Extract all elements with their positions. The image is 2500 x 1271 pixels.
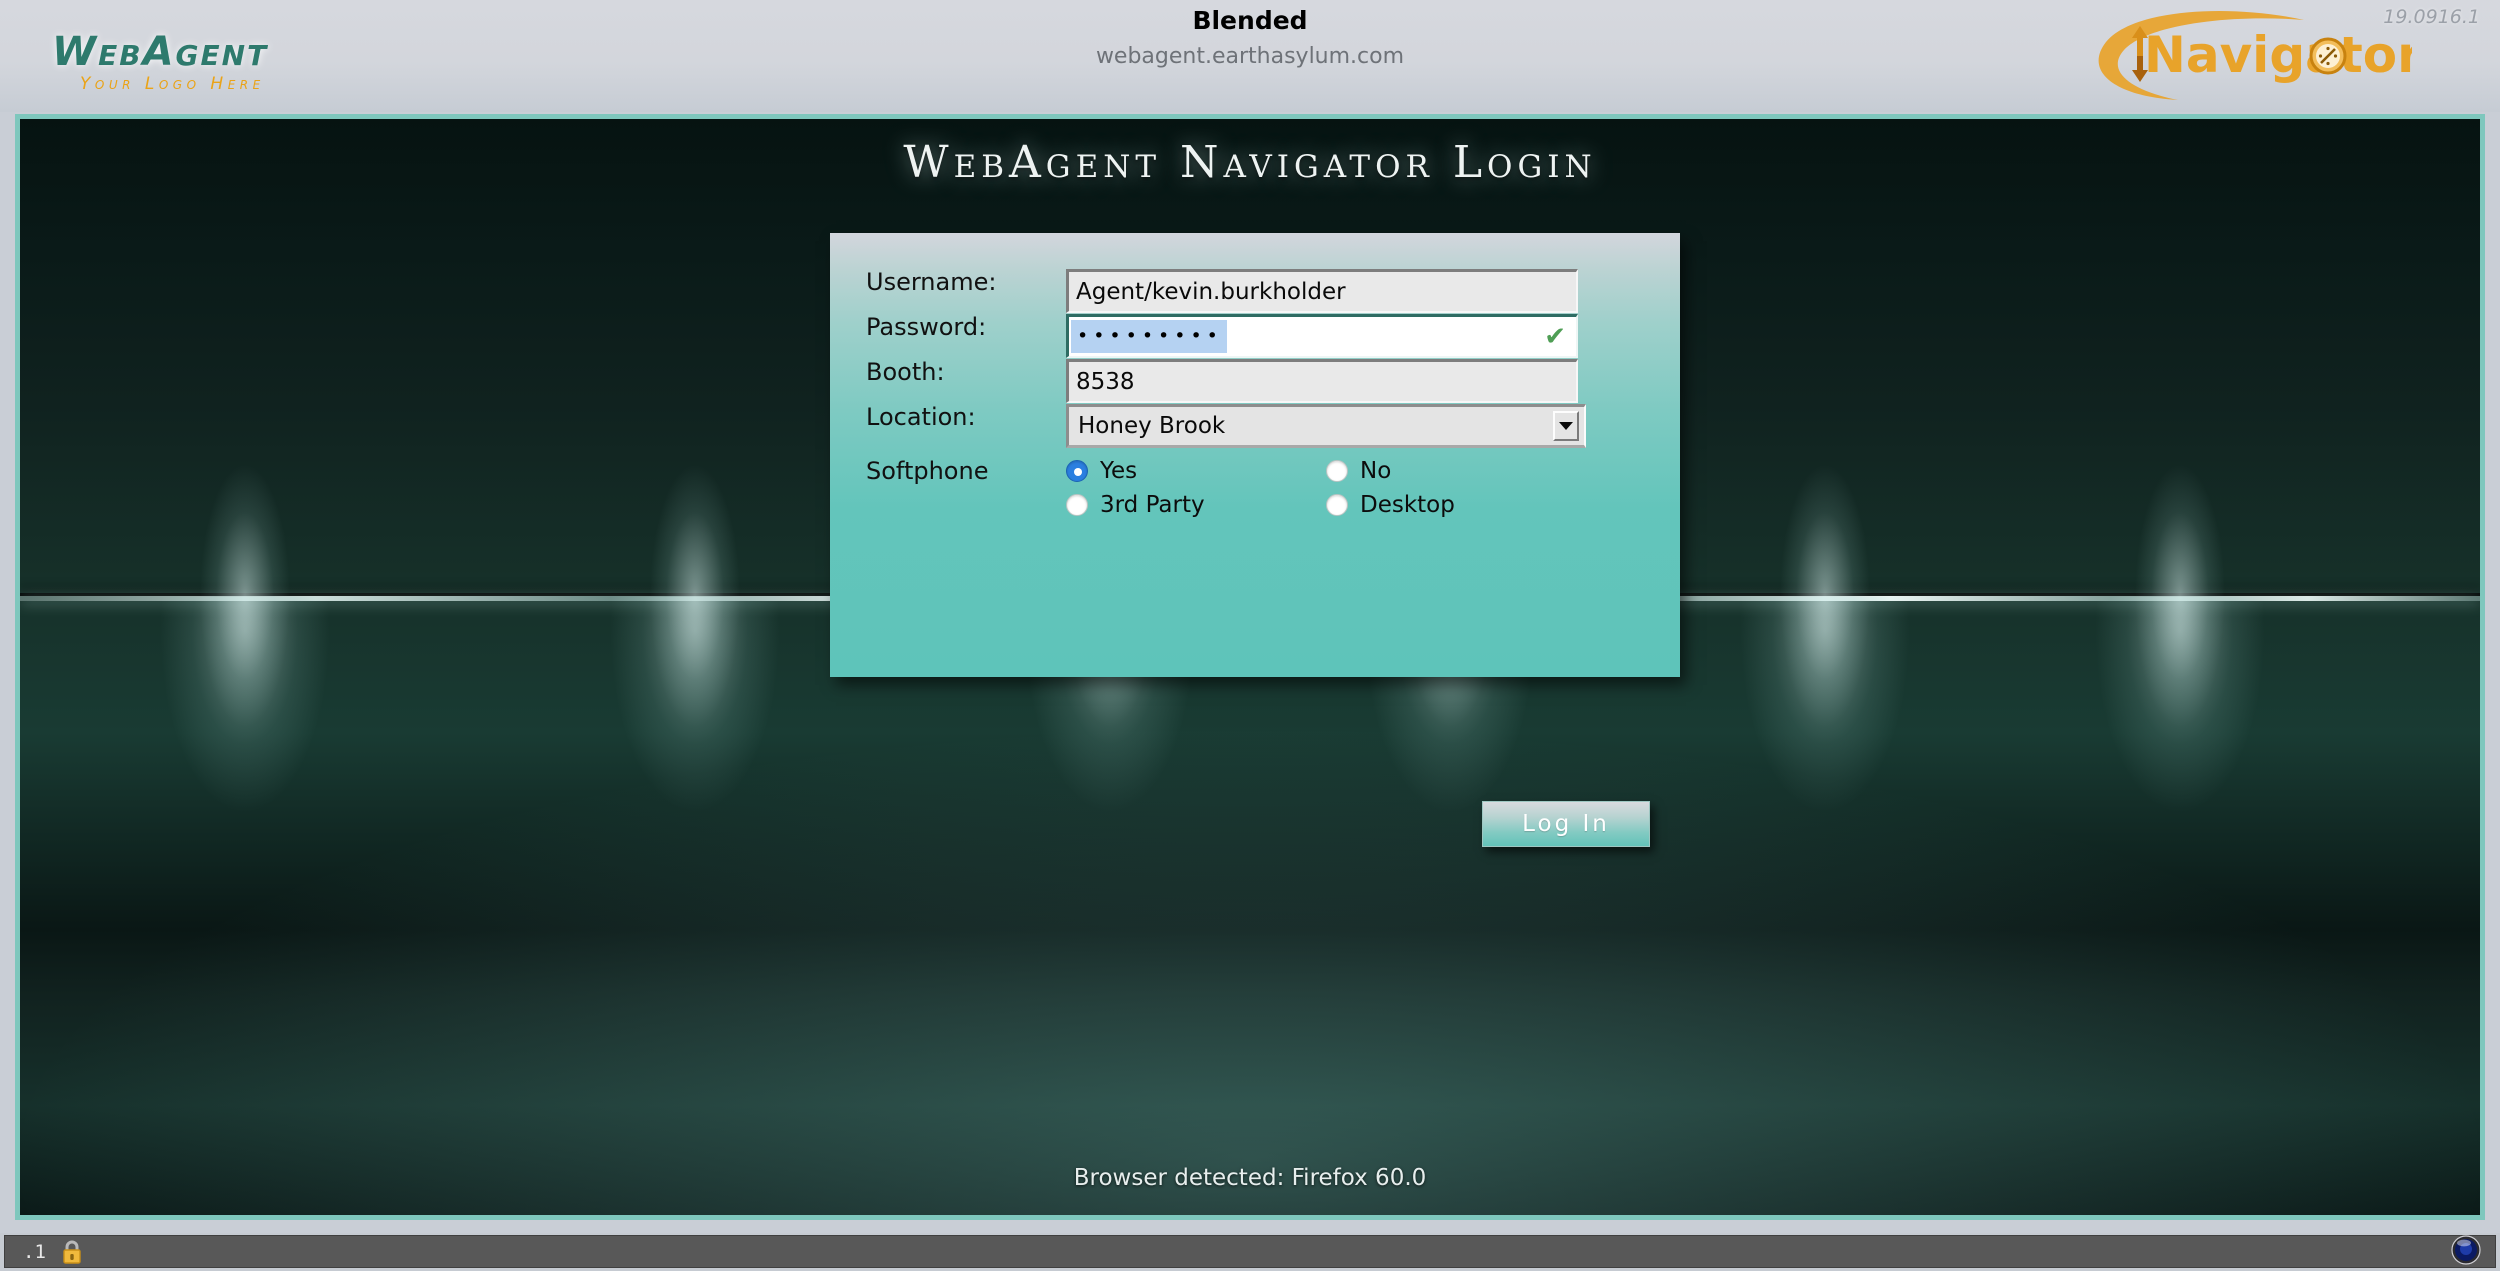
username-field-wrap (1066, 269, 1578, 313)
location-select[interactable]: Honey Brook (1066, 404, 1586, 448)
booth-field-wrap (1066, 359, 1578, 403)
softphone-option-label: No (1360, 458, 1392, 484)
password-masked-value: ••••••••• (1071, 319, 1227, 354)
radio-icon-desktop[interactable] (1326, 494, 1348, 516)
softphone-option-3rd-party[interactable]: 3rd Party (1066, 492, 1326, 518)
check-icon: ✔ (1544, 321, 1566, 352)
softphone-option-no[interactable]: No (1326, 458, 1586, 484)
softphone-label: Softphone (866, 457, 989, 485)
content-frame: WebAgent Navigator Login Username: Passw… (15, 114, 2485, 1220)
chevron-down-glyph (1559, 422, 1573, 430)
webagent-logo-tagline: Your Logo Here (80, 74, 265, 94)
location-row: Location: Honey Brook (830, 404, 1680, 448)
log-in-button[interactable]: Log In (1482, 801, 1650, 847)
softphone-option-yes[interactable]: Yes (1066, 458, 1326, 484)
login-form-panel: Username: Password: ••••••••• ✔ Booth: (830, 233, 1680, 677)
location-label: Location: (866, 403, 976, 431)
status-bar-inner: .1 (4, 1234, 2496, 1269)
username-input[interactable] (1066, 269, 1578, 313)
password-input[interactable]: ••••••••• ✔ (1066, 314, 1578, 358)
softphone-row: Softphone Yes No 3rd Party Desktop (830, 458, 1680, 526)
navigator-logo-graphic: Navigator (2098, 10, 2412, 100)
light-glow-reflection (105, 597, 385, 1017)
zoom-level-indicator: .1 (23, 1240, 46, 1263)
padlock-icon[interactable] (60, 1239, 84, 1265)
radio-icon-yes[interactable] (1066, 460, 1088, 482)
booth-input[interactable] (1066, 359, 1578, 403)
navigator-wordmark: Navigator (2144, 26, 2412, 84)
login-stage: WebAgent Navigator Login Username: Passw… (20, 119, 2480, 1215)
light-glow-reflection (1685, 597, 1965, 1017)
location-field-wrap: Honey Brook (1066, 404, 1586, 448)
light-glow-reflection (2040, 597, 2320, 1017)
browser-detected-text: Browser detected: Firefox 60.0 (1073, 1165, 1427, 1191)
softphone-option-label: Yes (1100, 458, 1138, 484)
password-label: Password: (866, 313, 987, 341)
radio-icon-3rd-party[interactable] (1066, 494, 1088, 516)
navigator-logo: Navigator 19.0916.1 (2070, 4, 2490, 108)
page-title: WebAgent Navigator Login (903, 137, 1597, 188)
softphone-radio-group: Yes No 3rd Party Desktop (1066, 458, 1586, 526)
password-field-wrap: ••••••••• ✔ (1066, 314, 1578, 358)
page-header: WebAgent Your Logo Here Blended webagent… (0, 0, 2500, 112)
location-selected-value: Honey Brook (1078, 413, 1226, 439)
status-bar: .1 (0, 1233, 2500, 1271)
username-label: Username: (866, 268, 997, 296)
chevron-down-icon[interactable] (1553, 411, 1579, 441)
softphone-option-label: 3rd Party (1100, 492, 1205, 518)
radio-icon-no[interactable] (1326, 460, 1348, 482)
booth-label: Booth: (866, 358, 945, 386)
softphone-option-desktop[interactable]: Desktop (1326, 492, 1586, 518)
softphone-option-label: Desktop (1360, 492, 1455, 518)
app-version: 19.0916.1 (2383, 6, 2480, 28)
password-row: Password: ••••••••• ✔ (830, 314, 1680, 358)
booth-row: Booth: (830, 359, 1680, 403)
username-row: Username: (830, 269, 1680, 313)
light-glow-reflection (555, 597, 835, 1017)
blue-orb-icon[interactable] (2451, 1234, 2481, 1269)
